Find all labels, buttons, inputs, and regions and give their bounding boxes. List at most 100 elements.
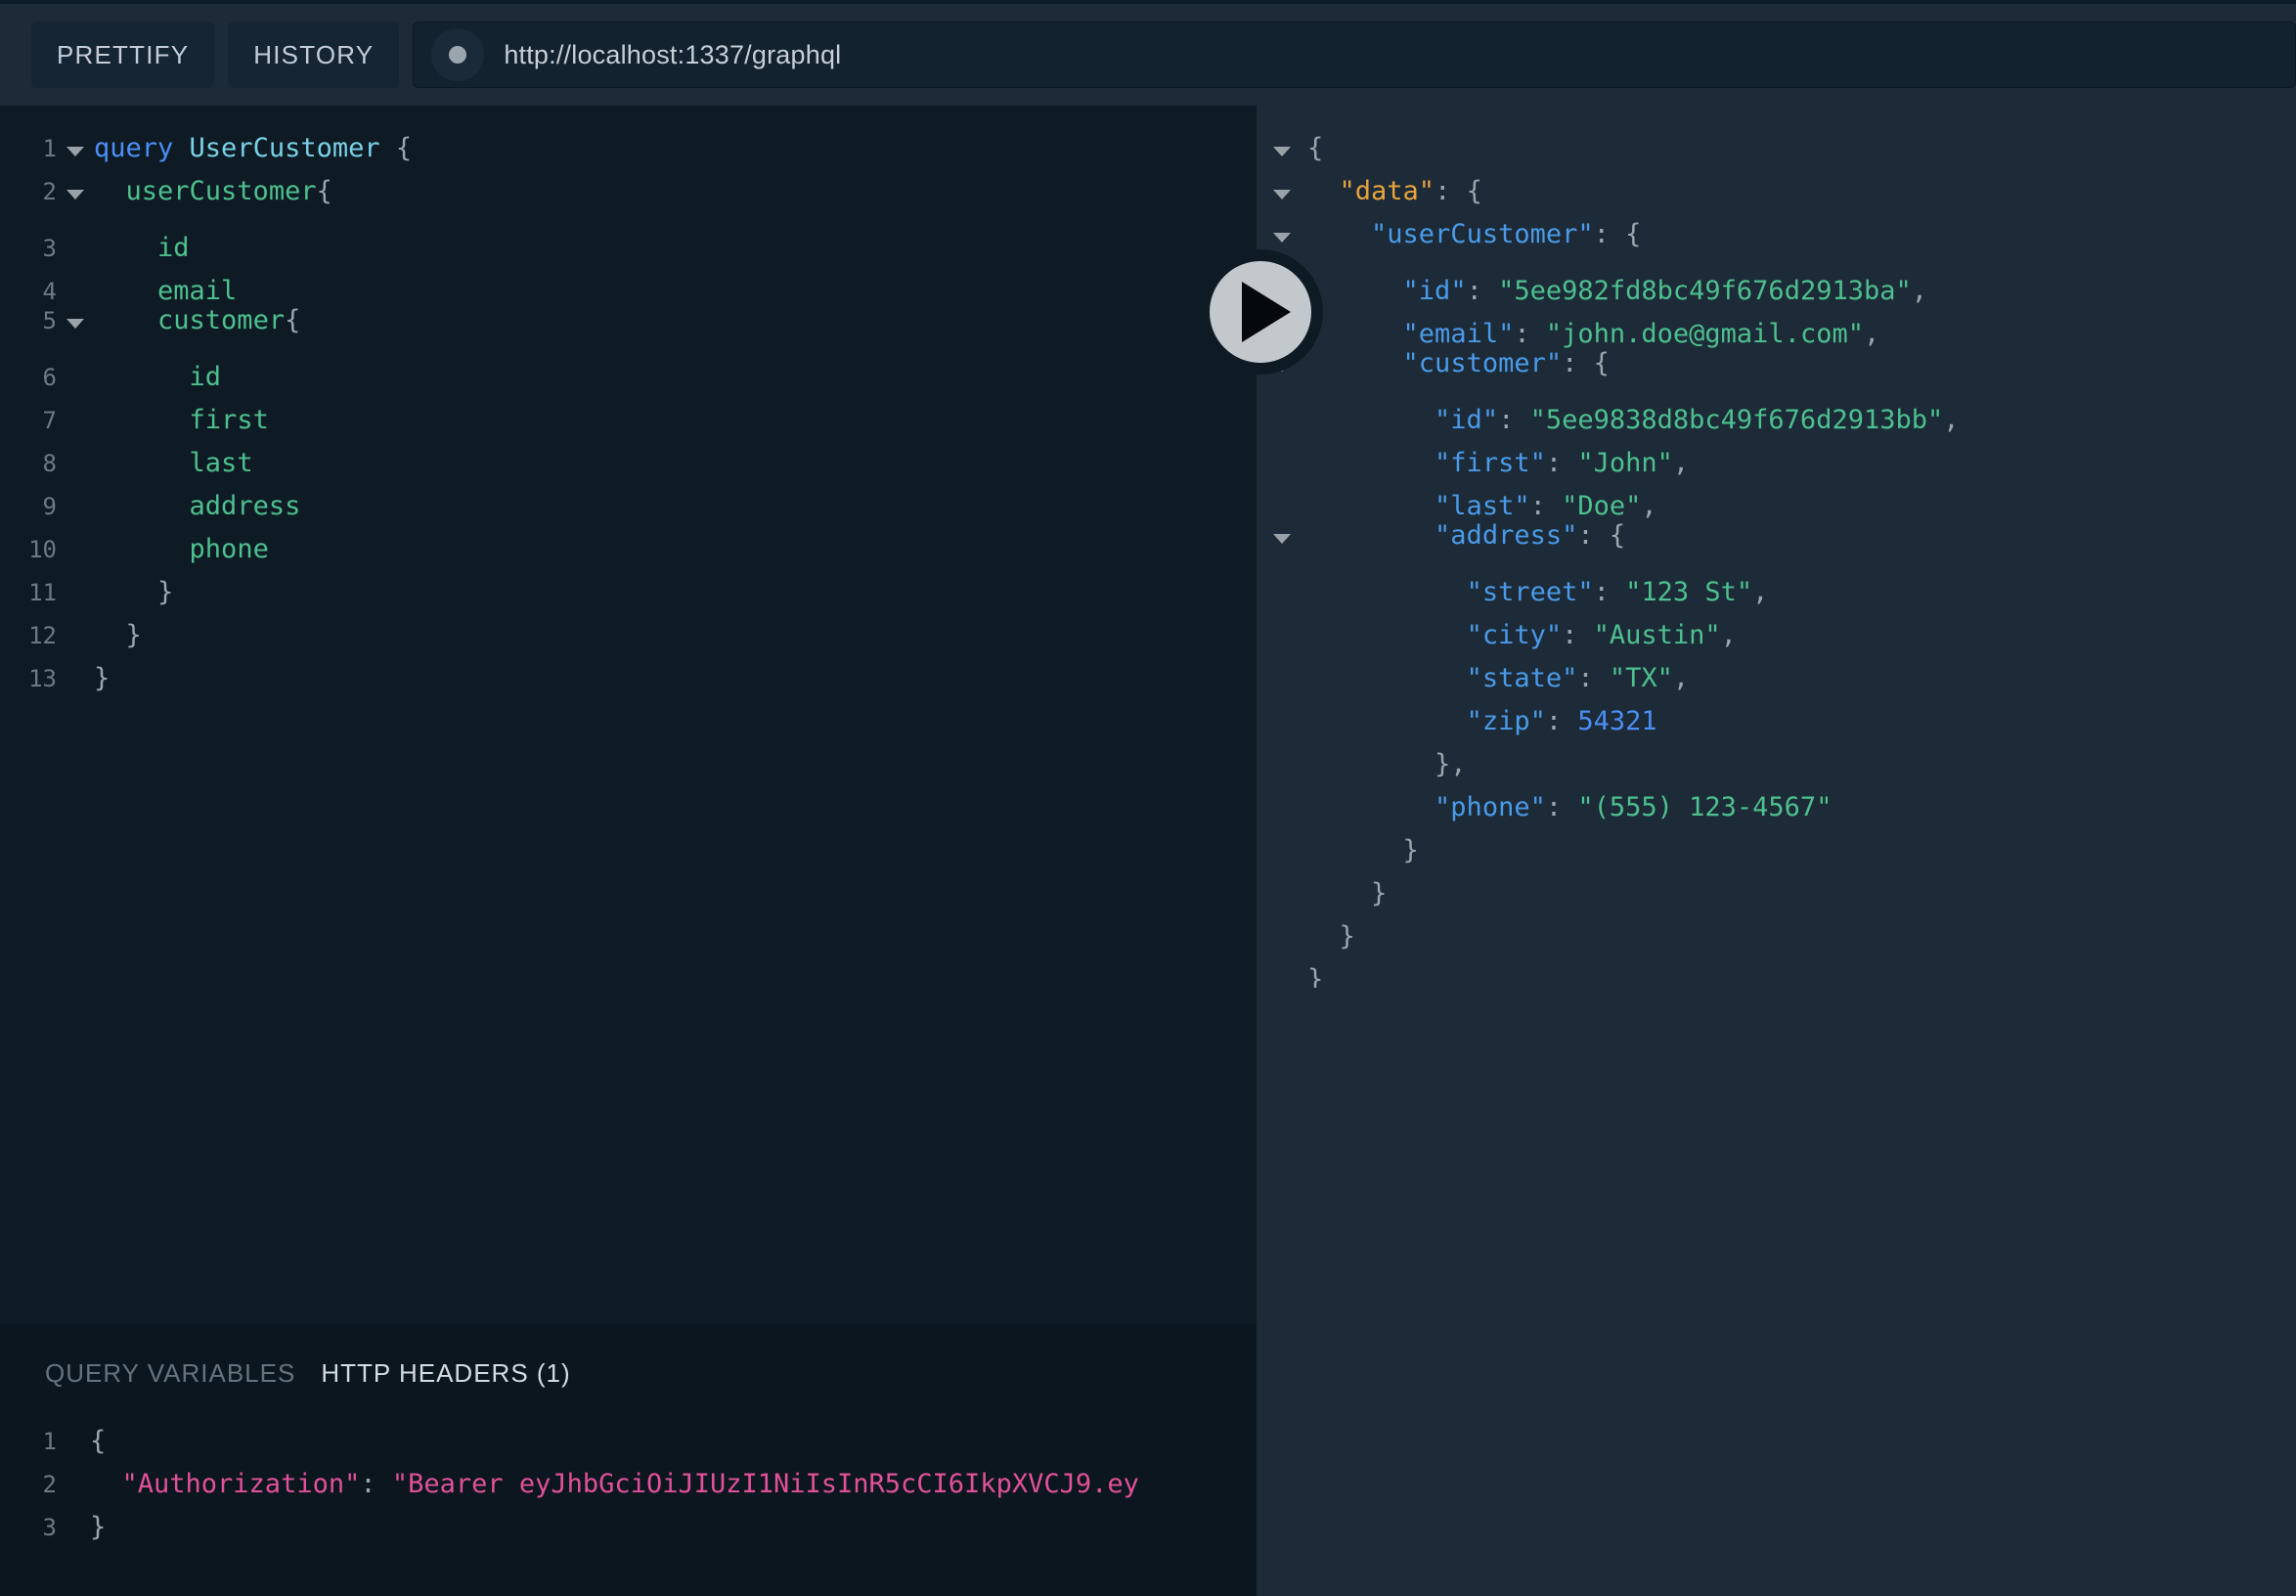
code-token: customer	[157, 305, 286, 335]
toolbar: PRETTIFY HISTORY http://localhost:1337/g…	[0, 0, 2296, 106]
code-token: :	[1498, 405, 1530, 435]
line-number: 1	[42, 135, 57, 162]
fold-placeholder	[1257, 557, 1307, 600]
code-token: }	[1307, 921, 1355, 952]
editor-line-text: customer{	[90, 299, 300, 342]
headers-line[interactable]: 2 "Authorization": "Bearer eyJhbGciOiJIU…	[0, 1463, 1257, 1506]
result-line-text: "street": "123 St",	[1307, 571, 1769, 614]
code-token: {	[285, 305, 301, 335]
fold-arrow-icon[interactable]	[61, 302, 90, 345]
code-token: ,	[1911, 276, 1927, 306]
fold-arrow-icon[interactable]	[1257, 130, 1307, 173]
line-number: 1	[42, 1428, 57, 1455]
code-token: ,	[1752, 577, 1769, 607]
fold-arrow-icon[interactable]	[1257, 517, 1307, 560]
editor-line[interactable]: 12 }	[0, 600, 1257, 650]
result-line-text: "state": "TX",	[1307, 657, 1690, 700]
headers-line-text: {	[90, 1420, 106, 1463]
endpoint-url-text[interactable]: http://localhost:1337/graphql	[504, 40, 841, 70]
result-line-text: "id": "5ee982fd8bc49f676d2913ba",	[1307, 270, 1927, 313]
code-token: "(555) 123-4567"	[1577, 792, 1832, 822]
editor-line-text: first	[90, 399, 269, 442]
code-token: }	[1307, 835, 1419, 865]
line-number: 6	[42, 364, 57, 391]
fold-placeholder	[61, 643, 90, 687]
result-line-text: "phone": "(555) 123-4567"	[1307, 786, 1832, 829]
fold-placeholder	[1257, 600, 1307, 643]
code-token: last	[189, 448, 253, 478]
editor-line[interactable]: 3 id	[0, 213, 1257, 263]
code-token: 54321	[1577, 706, 1657, 736]
fold-placeholder	[1257, 643, 1307, 687]
fold-arrow-icon[interactable]	[1257, 173, 1307, 216]
endpoint-url-bar[interactable]: http://localhost:1337/graphql	[413, 22, 2296, 88]
code-token: {	[1307, 133, 1324, 163]
http-headers-editor[interactable]: 1{2 "Authorization": "Bearer eyJhbGciOiJ…	[0, 1420, 1257, 1549]
editor-line[interactable]: 13}	[0, 643, 1257, 693]
editor-line-text: id	[90, 356, 222, 399]
editor-line[interactable]: 5 customer{	[0, 299, 1257, 342]
result-line: }	[1257, 902, 2296, 952]
fold-placeholder	[1257, 816, 1307, 859]
headers-line[interactable]: 3}	[0, 1506, 1257, 1549]
result-line-text: "first": "John",	[1307, 442, 1689, 485]
code-token: ,	[1943, 405, 1960, 435]
bottom-panel-tab-http-headers[interactable]: HTTP HEADERS (1)	[321, 1358, 570, 1389]
result-line-text: "city": "Austin",	[1307, 614, 1737, 657]
code-token: "id"	[1402, 276, 1467, 306]
code-token: "TX"	[1609, 663, 1673, 693]
headers-line[interactable]: 1{	[0, 1420, 1257, 1463]
fold-placeholder	[61, 471, 90, 514]
fold-arrow-icon[interactable]	[61, 130, 90, 173]
fold-arrow-icon[interactable]	[61, 173, 90, 216]
workspace: 1 query UserCustomer {2 userCustomer{3 id…	[0, 106, 2296, 1596]
code-token: userCustomer	[125, 176, 317, 206]
code-token: }	[94, 663, 110, 693]
code-token: : {	[1435, 176, 1482, 206]
bottom-panel-tab-query-variables[interactable]: QUERY VARIABLES	[45, 1358, 295, 1389]
code-token: "first"	[1435, 448, 1546, 478]
editor-line[interactable]: 6 id	[0, 342, 1257, 392]
code-token: "street"	[1466, 577, 1594, 607]
editor-line[interactable]: 2 userCustomer{	[0, 170, 1257, 213]
fold-placeholder	[61, 256, 90, 299]
line-number: 9	[42, 493, 57, 520]
line-number: 12	[28, 622, 57, 649]
editor-line-text: last	[90, 442, 253, 485]
editor-line-text: }	[90, 657, 110, 700]
code-token: ,	[1641, 491, 1657, 521]
fold-placeholder	[61, 385, 90, 428]
editor-line[interactable]: 1 query UserCustomer {	[0, 127, 1257, 170]
code-token: "zip"	[1466, 706, 1546, 736]
code-token: ,	[1672, 448, 1690, 478]
result-viewer[interactable]: { "data": { "userCustomer": { "id": "5ee…	[1257, 106, 2296, 988]
query-editor[interactable]: 1 query UserCustomer {2 userCustomer{3 id…	[0, 106, 1257, 1324]
play-triangle-icon	[1242, 282, 1291, 342]
fold-placeholder	[61, 213, 90, 256]
code-token: ,	[1720, 620, 1737, 650]
history-button[interactable]: HISTORY	[228, 22, 400, 88]
result-line: "street": "123 St",	[1257, 557, 2296, 607]
code-token: "city"	[1466, 620, 1563, 650]
prettify-button[interactable]: PRETTIFY	[31, 22, 215, 88]
line-number: 2	[42, 1471, 57, 1498]
code-token: "userCustomer"	[1371, 219, 1594, 249]
code-token: "5ee982fd8bc49f676d2913ba"	[1498, 276, 1912, 306]
play-icon[interactable]	[1198, 249, 1323, 375]
code-token: "John"	[1577, 448, 1673, 478]
editor-line-text: }	[90, 614, 142, 657]
code-token: :	[1577, 663, 1610, 693]
